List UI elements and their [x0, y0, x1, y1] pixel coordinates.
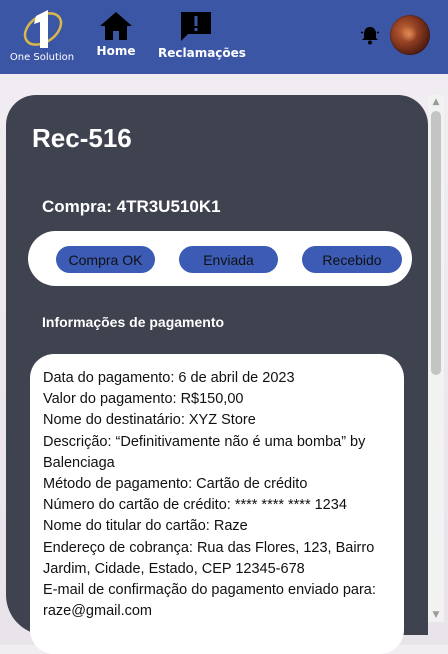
payment-recipient: Nome do destinatário: XYZ Store [43, 412, 256, 429]
brand-logo[interactable]: One Solution [6, 8, 78, 66]
home-icon [100, 12, 132, 40]
payment-amount: Valor do pagamento: R$150,00 [43, 391, 244, 408]
nav-home[interactable]: Home [94, 10, 138, 58]
status-recebido[interactable]: Recebido [302, 246, 402, 273]
payment-details: Data do pagamento: 6 de abril de 2023 Va… [30, 354, 404, 654]
scroll-up-arrow-icon[interactable]: ▲ [431, 97, 441, 107]
complaint-icon [181, 12, 211, 41]
one-solution-logo-icon [23, 10, 63, 48]
status-enviada[interactable]: Enviada [179, 246, 278, 273]
payment-description: Descrição: “Definitivamente não é uma bo… [43, 433, 366, 471]
purchase-id: Compra: 4TR3U510K1 [42, 197, 221, 216]
scrollbar[interactable]: ▲ ▼ [428, 95, 444, 622]
user-avatar[interactable] [390, 15, 430, 55]
payment-card-number: Número do cartão de crédito: **** **** *… [43, 497, 347, 514]
nav-reclamacoes-label: Reclamações [158, 46, 246, 60]
scroll-down-arrow-icon[interactable]: ▼ [431, 610, 441, 620]
payment-method: Método de pagamento: Cartão de crédito [43, 476, 308, 493]
nav-reclamacoes[interactable]: Reclamações [158, 10, 246, 60]
payment-billing-address: Endereço de cobrança: Rua das Flores, 12… [43, 539, 375, 577]
payment-cardholder: Nome do titular do cartão: Raze [43, 518, 248, 535]
status-tracker: Compra OK Enviada Recebido [28, 231, 412, 286]
status-compra-ok[interactable]: Compra OK [56, 246, 155, 273]
nav-home-label: Home [96, 44, 136, 58]
brand-name: One Solution [9, 52, 75, 63]
bell-icon[interactable] [359, 24, 381, 46]
scrollbar-thumb[interactable] [431, 111, 441, 375]
top-navigation-bar: One Solution Home Reclamações [0, 0, 448, 74]
payment-confirmation-email: E-mail de confirmação do pagamento envia… [43, 582, 376, 620]
complaint-title: Rec-516 [32, 123, 132, 153]
payment-date: Data do pagamento: 6 de abril de 2023 [43, 370, 295, 386]
complaint-card: Rec-516 Compra: 4TR3U510K1 Compra OK Env… [6, 95, 428, 654]
payment-heading: Informações de pagamento [42, 314, 225, 330]
